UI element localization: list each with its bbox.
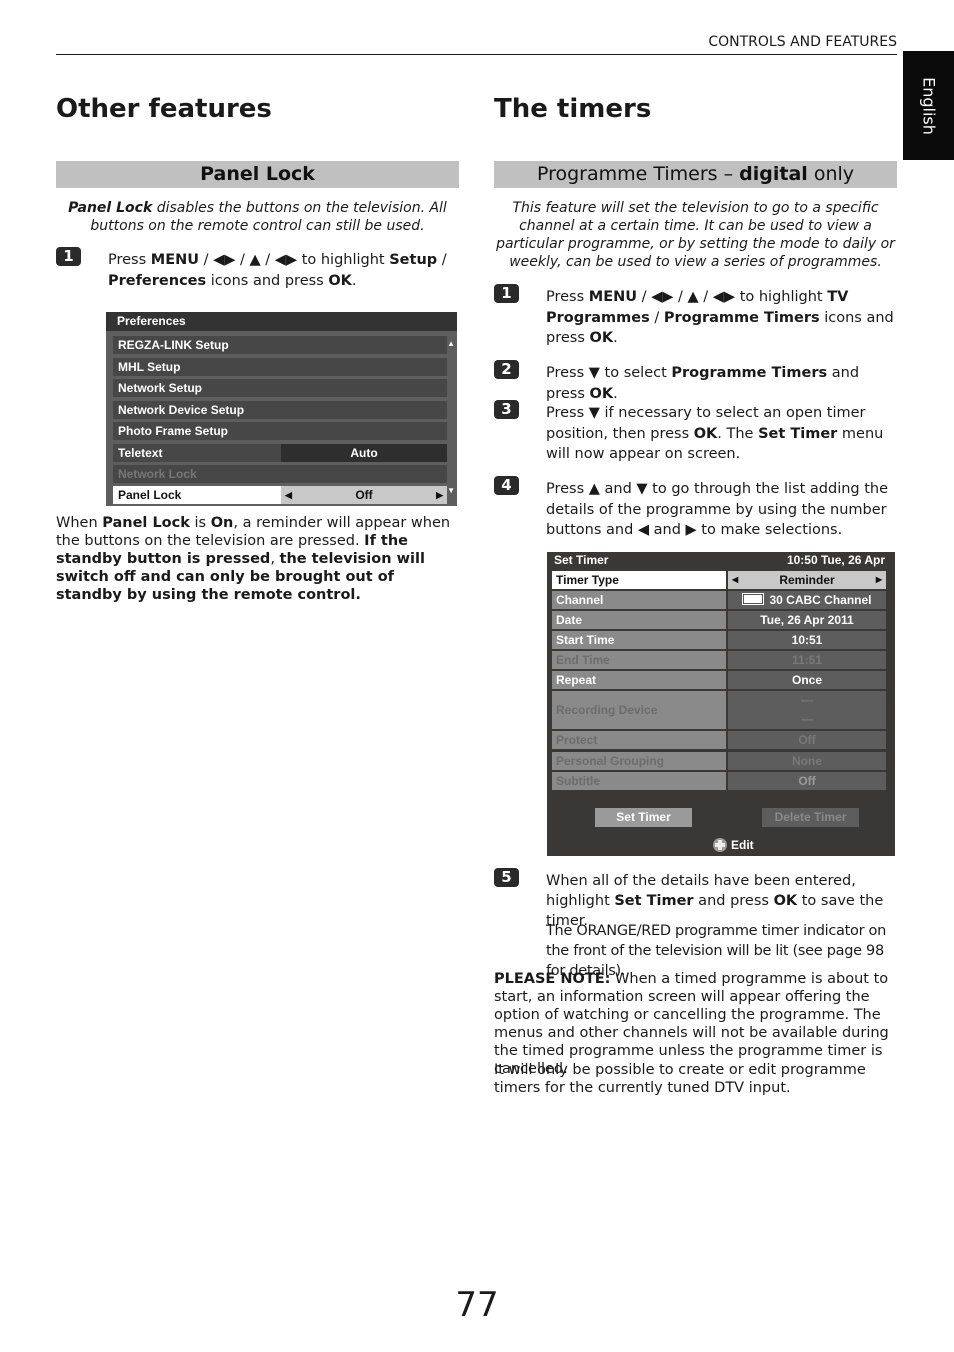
channel-icon (742, 593, 765, 605)
section-bar-panel-lock: Panel Lock (56, 161, 459, 188)
timer-row-start-time[interactable]: Start Time 10:51 (552, 631, 886, 649)
step-text: Press ▲ and ▼ to go through the list add… (546, 481, 889, 538)
intro-bold: Panel Lock (68, 200, 153, 216)
section-bar-programme-timers: Programme Timers – digital only (494, 161, 897, 188)
timer-row-date[interactable]: Date Tue, 26 Apr 2011 (552, 611, 886, 629)
step-text: Press MENU / ◀▶ / ▲ / ◀▶ to highlight Se… (108, 252, 447, 289)
timer-row-timer-type[interactable]: Timer Type ◀ Reminder ▶ (552, 571, 886, 589)
step-number: 4 (494, 476, 519, 495)
scroll-down-icon[interactable]: ▼ (447, 486, 455, 495)
arrow-right-icon[interactable]: ▶ (436, 486, 443, 504)
section-title: Panel Lock (200, 163, 315, 185)
running-header: CONTROLS AND FEATURES (708, 34, 897, 50)
menu-clock: 10:50 Tue, 26 Apr (786, 553, 885, 567)
section-title-bold: digital (739, 163, 808, 185)
final-note: It will only be possible to create or ed… (494, 1062, 866, 1096)
panel-lock-value[interactable]: ◀ Off ▶ (281, 486, 447, 504)
step-number: 1 (494, 284, 519, 303)
menu-item-photo-frame-setup[interactable]: Photo Frame Setup (113, 422, 447, 440)
menu-title-bar: Set Timer 10:50 Tue, 26 Apr (547, 552, 895, 569)
menu-item-regza-link-setup[interactable]: REGZA-LINK Setup (113, 336, 447, 354)
menu-item-teletext[interactable]: Teletext Auto (113, 444, 447, 462)
timer-row-repeat[interactable]: Repeat Once (552, 671, 886, 689)
panel-lock-intro: Panel Lock disables the buttons on the t… (56, 199, 459, 235)
timer-row-protect: Protect Off (552, 731, 886, 749)
timer-row-channel[interactable]: Channel 30 CABC Channel (552, 591, 886, 609)
preferences-menu: Preferences REGZA-LINK Setup MHL Setup N… (106, 312, 457, 506)
scroll-up-icon[interactable]: ▲ (447, 339, 455, 348)
edit-hint: Edit (713, 838, 754, 852)
timers-intro: This feature will set the television to … (496, 200, 895, 270)
timer-row-recording-device: Recording Device — — (552, 691, 886, 729)
language-tab: English (903, 51, 954, 160)
language-tab-label: English (919, 76, 938, 135)
timer-row-end-time: End Time 11:51 (552, 651, 886, 669)
arrow-left-icon[interactable]: ◀ (732, 571, 738, 589)
menu-item-mhl-setup[interactable]: MHL Setup (113, 358, 447, 376)
menu-title: Preferences (106, 312, 457, 331)
heading-the-timers: The timers (494, 94, 652, 124)
section-title-post: only (807, 163, 855, 185)
step-number: 2 (494, 360, 519, 379)
step-number: 3 (494, 400, 519, 419)
step-text: Press ▼ to select Programme Timers and p… (546, 365, 860, 402)
section-title-pre: Programme Timers – (536, 163, 740, 185)
set-timer-menu: Set Timer 10:50 Tue, 26 Apr Timer Type ◀ R… (547, 552, 895, 856)
dpad-icon (713, 838, 727, 852)
header-rule (56, 54, 897, 55)
step-number: 1 (56, 247, 81, 266)
menu-item-network-setup[interactable]: Network Setup (113, 379, 447, 397)
delete-timer-button: Delete Timer (762, 808, 859, 827)
timer-row-personal-grouping: Personal Grouping None (552, 752, 886, 770)
set-timer-button[interactable]: Set Timer (595, 808, 692, 827)
menu-item-network-device-setup[interactable]: Network Device Setup (113, 401, 447, 419)
teletext-value: Auto (281, 444, 447, 462)
panel-lock-note: When Panel Lock is On, a reminder will a… (56, 515, 451, 603)
arrow-right-icon[interactable]: ▶ (876, 571, 882, 589)
please-note-label: PLEASE NOTE: (494, 971, 611, 987)
step-number: 5 (494, 868, 519, 887)
menu-title: Set Timer (554, 553, 609, 567)
page-number: 77 (455, 1285, 499, 1325)
timer-row-subtitle: Subtitle Off (552, 772, 886, 790)
heading-other-features: Other features (56, 94, 272, 124)
step-text: Press ▼ if necessary to select an open t… (546, 405, 884, 462)
step-text: Press MENU / ◀▶ / ▲ / ◀▶ to highlight TV… (546, 289, 894, 346)
arrow-left-icon[interactable]: ◀ (285, 486, 292, 504)
menu-item-panel-lock[interactable]: Panel Lock ◀ Off ▶ (113, 486, 447, 504)
menu-item-network-lock: Network Lock (113, 465, 447, 483)
